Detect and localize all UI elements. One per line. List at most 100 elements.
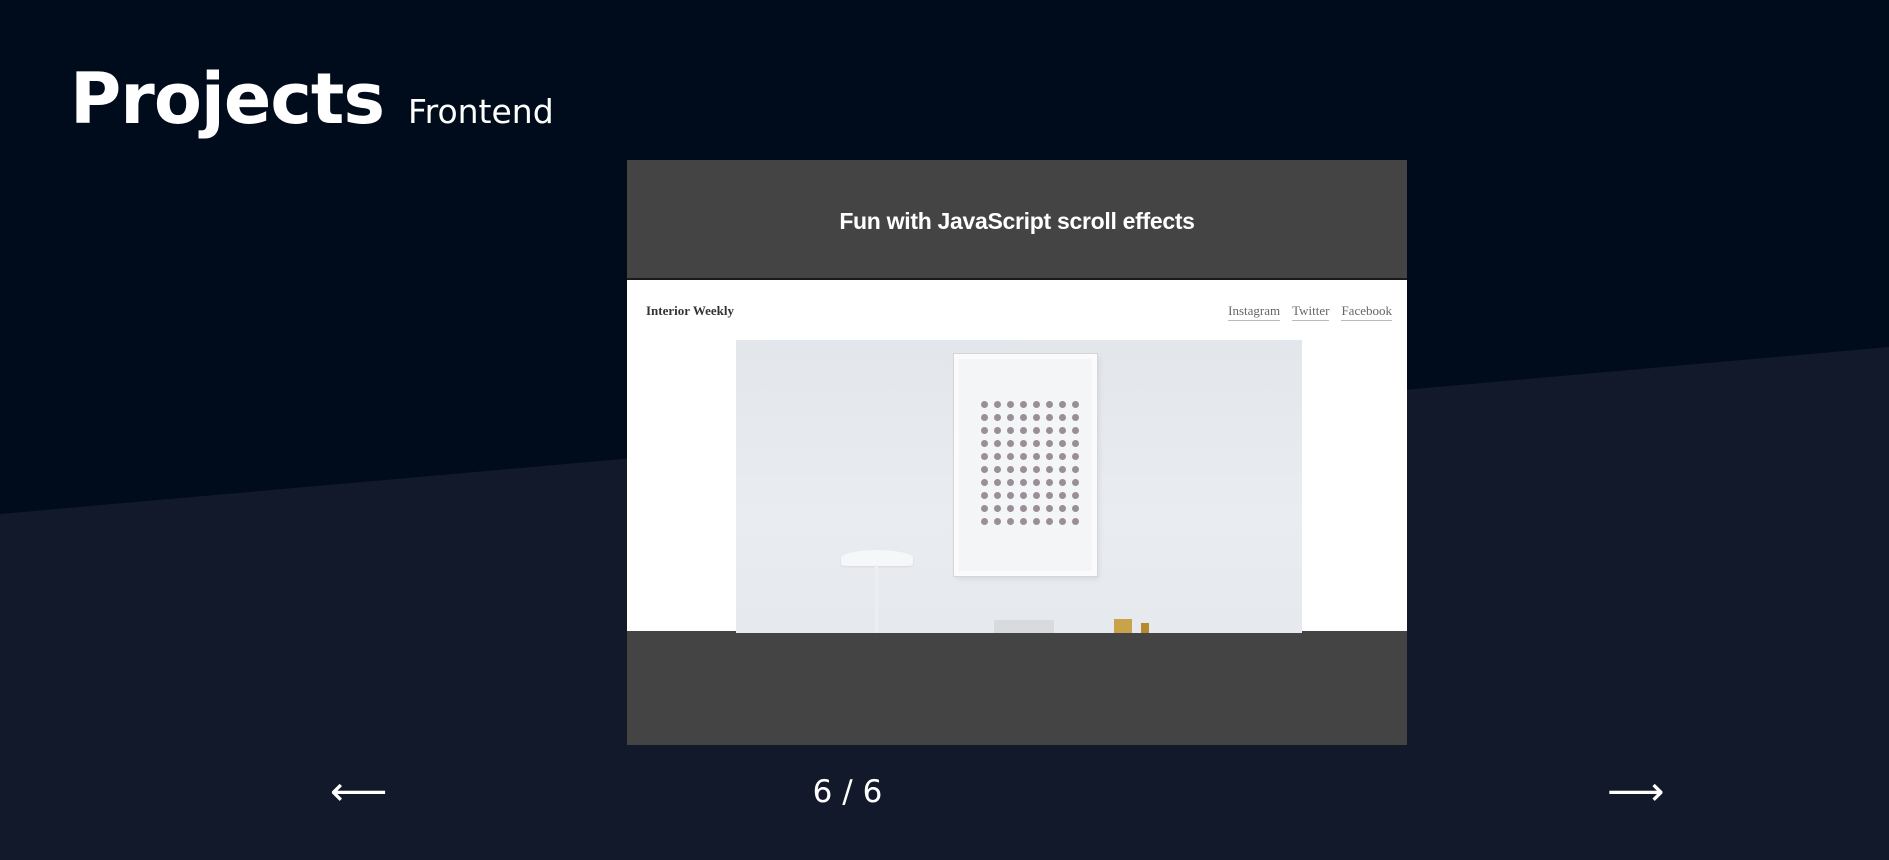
art-dot [994,479,1001,486]
art-dot [1059,427,1066,434]
art-dot [1072,427,1079,434]
preview-nav: Instagram Twitter Facebook [1228,303,1392,321]
art-dot [1020,466,1027,473]
page-subtitle: Frontend [408,92,554,131]
project-title: Fun with JavaScript scroll effects [839,208,1195,234]
art-dot [1059,518,1066,525]
art-dot [994,492,1001,499]
art-dot [1033,401,1040,408]
art-dot [1046,479,1053,486]
shelf-object [994,620,1054,633]
project-preview-image[interactable]: Interior Weekly Instagram Twitter Facebo… [627,278,1407,633]
page-title: Projects [70,58,385,140]
right-arrow-icon[interactable]: ⟶ [1607,772,1664,812]
art-dot [1072,401,1079,408]
art-dot [1072,518,1079,525]
art-dot [1046,505,1053,512]
art-dot [981,427,988,434]
art-dot [1046,440,1053,447]
art-dot [1020,427,1027,434]
art-dot [1007,401,1014,408]
current-slide: 6 [812,774,833,810]
art-dot [981,492,988,499]
art-dot [1020,401,1027,408]
slide-counter: 6 / 6 [0,774,1792,810]
art-dot [1059,479,1066,486]
art-dot [994,466,1001,473]
preview-brand: Interior Weekly [646,303,734,318]
art-dot [1020,518,1027,525]
art-dot [1007,453,1014,460]
art-dot [1046,427,1053,434]
art-dot [981,479,988,486]
art-dot [981,518,988,525]
art-dot [1020,479,1027,486]
art-dot [1007,414,1014,421]
art-dot [981,505,988,512]
lamp-stem [875,565,878,633]
art-dot [1059,505,1066,512]
shelf-object [1114,619,1132,633]
art-dot [1033,492,1040,499]
art-dot [994,453,1001,460]
preview-nav-facebook: Facebook [1341,303,1392,321]
preview-nav-twitter: Twitter [1292,303,1330,321]
art-dot [1007,505,1014,512]
art-dot [1020,492,1027,499]
art-dot [1046,401,1053,408]
counter-separator: / [842,774,853,810]
art-dot [1046,466,1053,473]
art-dot [1072,466,1079,473]
art-dot [994,427,1001,434]
header: Projects Frontend [70,58,554,140]
art-dot [1046,492,1053,499]
art-dot [1007,492,1014,499]
art-dot [1020,505,1027,512]
art-dot [1020,453,1027,460]
art-dot [1072,440,1079,447]
art-dot [1033,414,1040,421]
art-dot [994,440,1001,447]
art-dot [1033,453,1040,460]
art-dot [994,505,1001,512]
art-dot [1046,453,1053,460]
art-dot [994,518,1001,525]
art-dot [1072,453,1079,460]
art-dot [1033,479,1040,486]
art-dot [981,401,988,408]
art-dot [1007,466,1014,473]
art-dot [1059,453,1066,460]
art-dot [1007,479,1014,486]
shelf-object [1141,623,1149,633]
art-dot [1059,466,1066,473]
art-dot [1059,492,1066,499]
preview-hero-photo [736,340,1302,633]
art-dot [1033,440,1040,447]
art-dot [1007,427,1014,434]
art-dot [981,440,988,447]
art-dot [1072,505,1079,512]
art-dot [1046,414,1053,421]
art-dot [1072,479,1079,486]
art-dot [1033,505,1040,512]
dot-pattern [981,401,1091,525]
art-dot [1020,440,1027,447]
art-dot [981,453,988,460]
art-dot [994,414,1001,421]
preview-nav-instagram: Instagram [1228,303,1281,321]
art-dot [1059,414,1066,421]
art-dot [1072,414,1079,421]
art-dot [1033,518,1040,525]
art-dot [1059,440,1066,447]
art-dot [1059,401,1066,408]
art-dot [981,414,988,421]
art-dot [981,466,988,473]
art-dot [1007,440,1014,447]
art-dot [1007,518,1014,525]
art-dot [1033,427,1040,434]
art-dot [1046,518,1053,525]
total-slides: 6 [862,774,883,810]
art-dot [1072,492,1079,499]
project-card[interactable]: Fun with JavaScript scroll effects Inter… [627,160,1407,745]
art-dot [1020,414,1027,421]
